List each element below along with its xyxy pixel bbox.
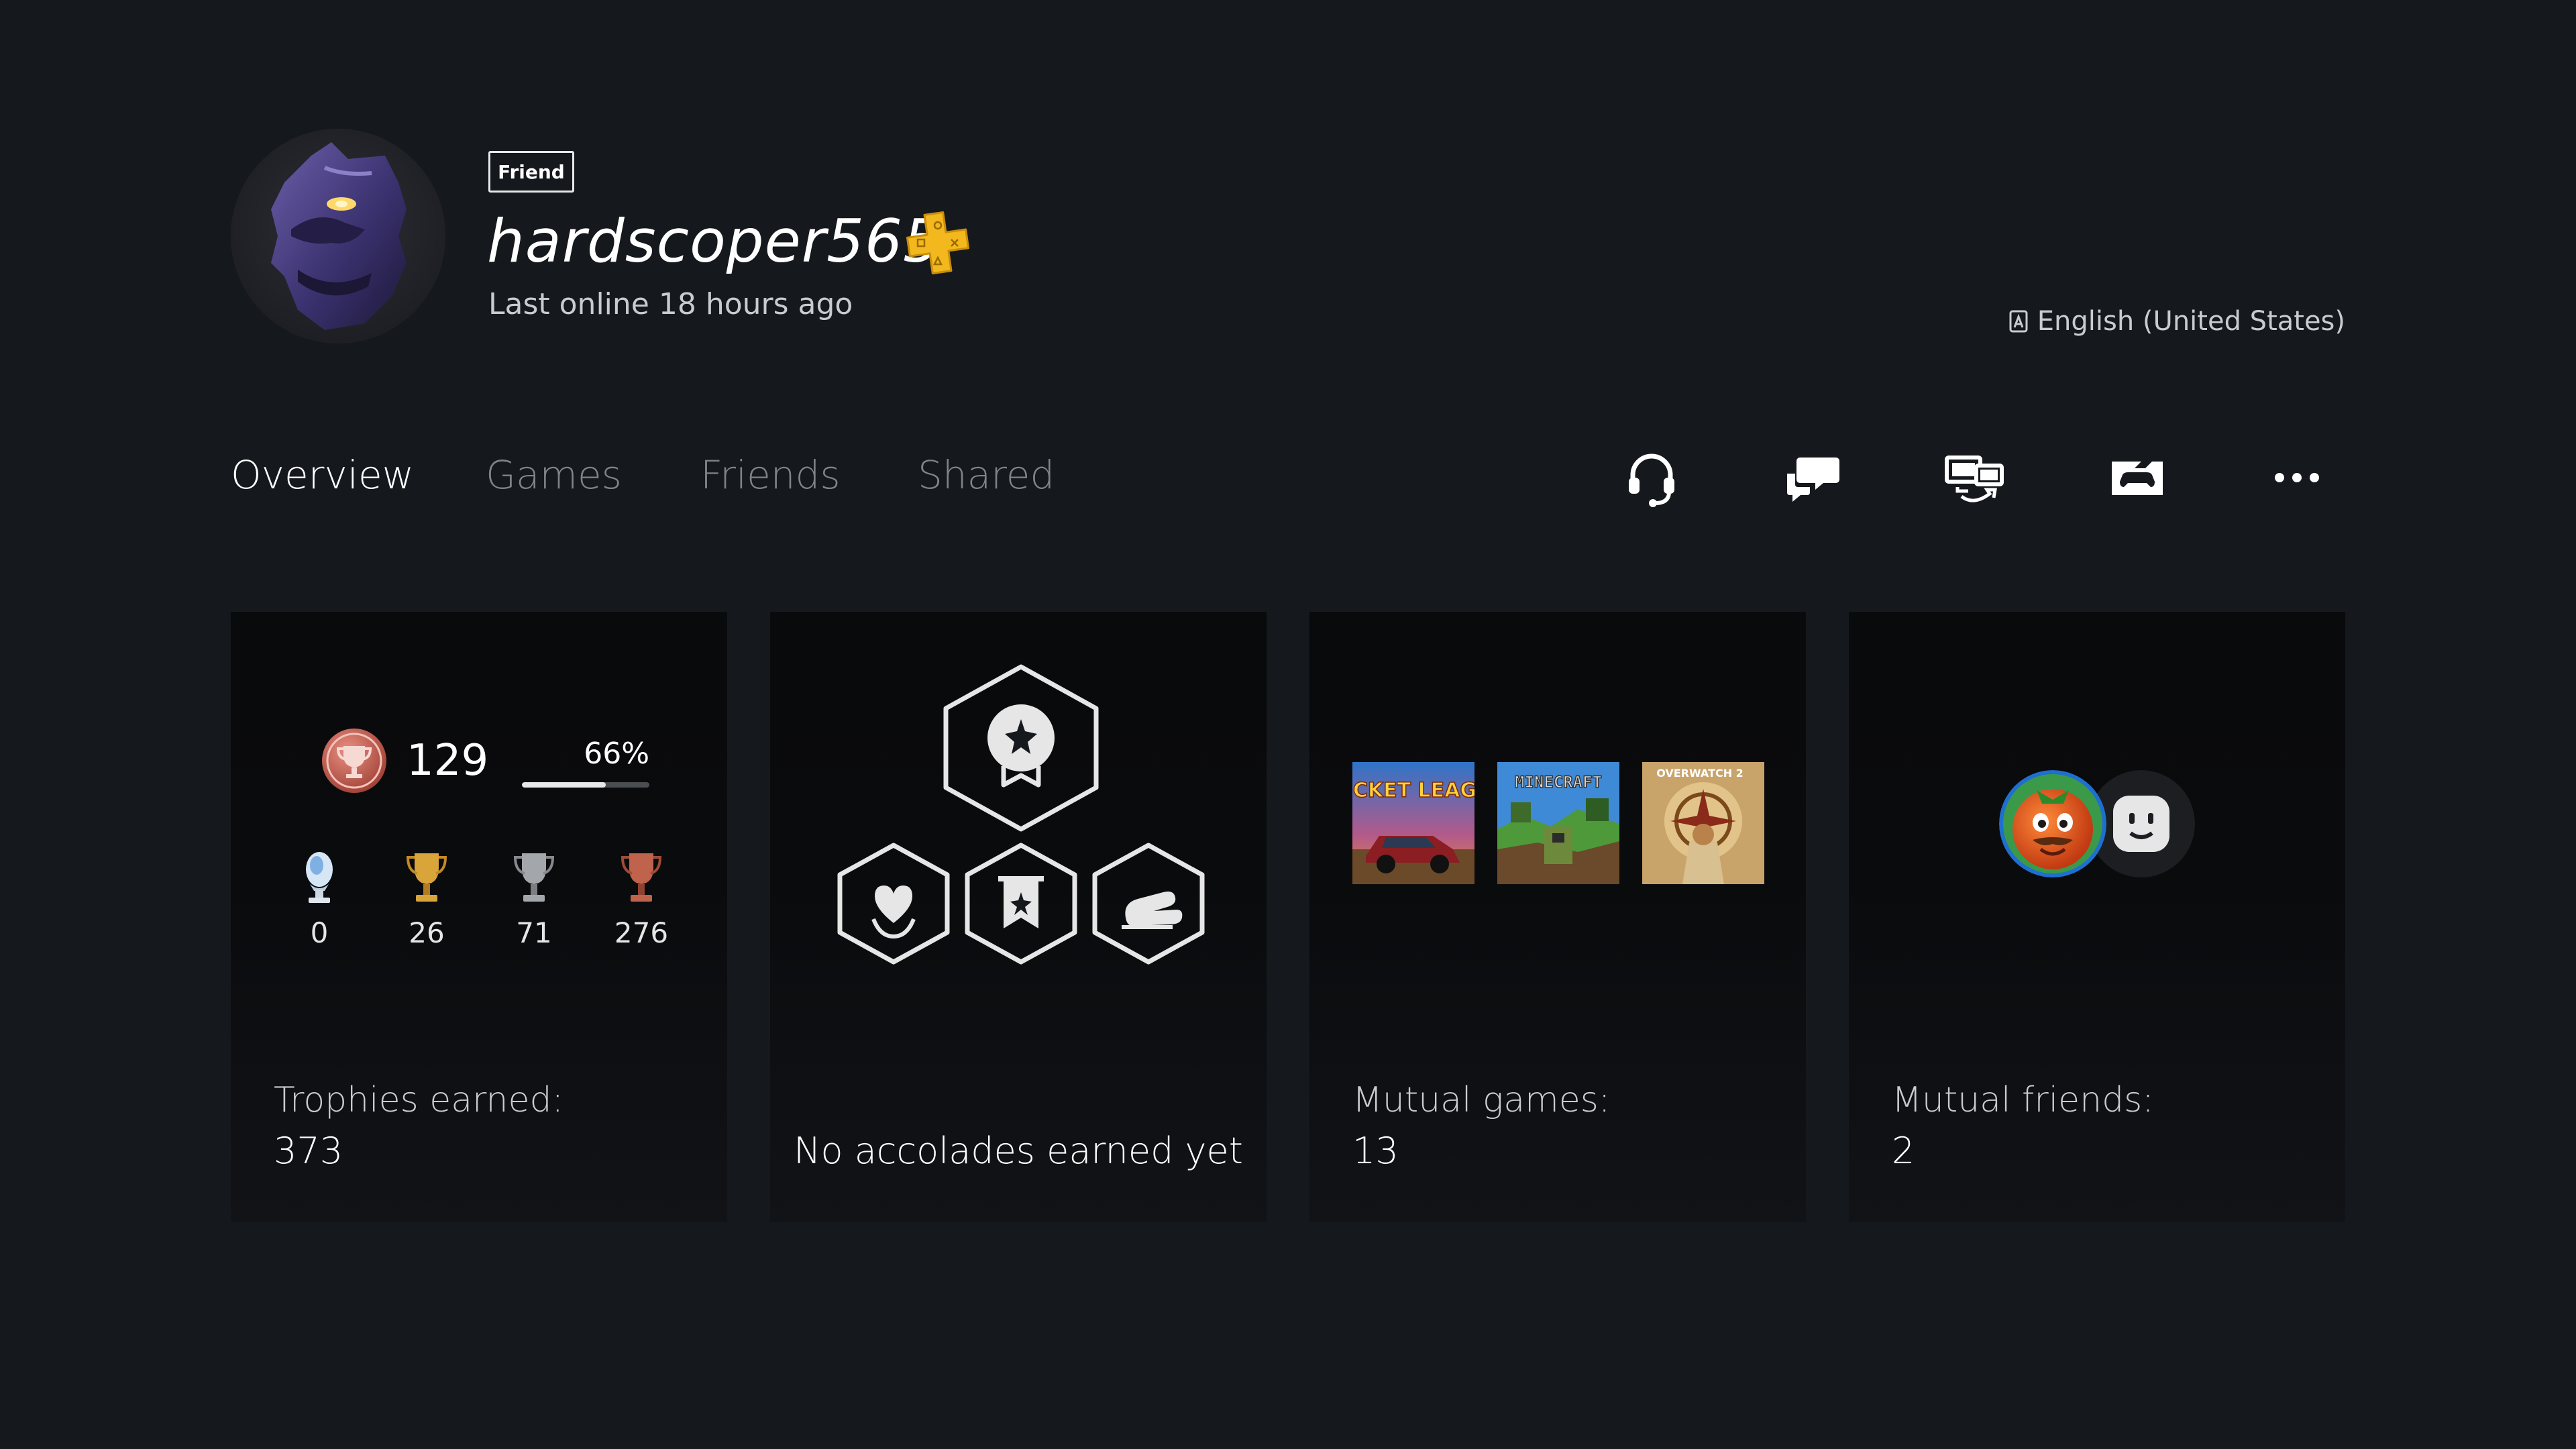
game-title-text: ROCKET LEAGUE bbox=[1352, 779, 1474, 802]
trophy-level-icon bbox=[322, 729, 386, 793]
trophies-card[interactable]: 129 66% 0 26 71 276 Trophies earned: 373 bbox=[231, 612, 727, 1222]
trophy-progress-fill bbox=[522, 782, 606, 788]
accolade-leader-icon bbox=[965, 843, 1077, 965]
profile-avatar bbox=[231, 129, 445, 343]
tab-games[interactable]: Games bbox=[486, 448, 622, 502]
share-screen-button[interactable] bbox=[1940, 444, 2007, 511]
trophy-progress-bar bbox=[522, 782, 649, 788]
platinum-count: 0 bbox=[310, 916, 329, 949]
bronze-count: 276 bbox=[614, 916, 669, 949]
party-voice-icon bbox=[1629, 453, 1674, 507]
silver-trophy-icon bbox=[513, 853, 555, 902]
mutual-games-label: Mutual games: bbox=[1352, 1080, 1611, 1120]
tab-overview[interactable]: Overview bbox=[231, 448, 414, 502]
game-title-text: MINECRAFT bbox=[1515, 773, 1602, 792]
silver-trophy-count: 71 bbox=[494, 847, 574, 949]
accolade-top-badge-icon bbox=[943, 664, 1099, 832]
trophy-level: 129 bbox=[407, 736, 489, 786]
share-screen-icon bbox=[1945, 455, 2004, 502]
trophies-earned-label: Trophies earned: bbox=[274, 1080, 564, 1120]
mutual-friends-count: 2 bbox=[1892, 1130, 1915, 1172]
game-thumbnail-minecraft[interactable]: MINECRAFT bbox=[1497, 762, 1619, 884]
accolade-good-sport-icon bbox=[1092, 843, 1205, 965]
trophy-progress-label: 66% bbox=[584, 737, 649, 771]
accolades-illustration bbox=[837, 664, 1205, 965]
trophies-earned-total: 373 bbox=[274, 1130, 343, 1172]
language-setting: English (United States) bbox=[2009, 306, 2345, 337]
language-label: English (United States) bbox=[2037, 306, 2345, 337]
language-icon bbox=[2009, 310, 2028, 333]
accolades-status: No accolades earned yet bbox=[794, 1130, 1243, 1172]
mutual-friends-label: Mutual friends: bbox=[1892, 1080, 2154, 1120]
gold-trophy-count: 26 bbox=[386, 847, 467, 949]
more-options-button[interactable] bbox=[2263, 444, 2330, 511]
message-button[interactable] bbox=[1779, 444, 1846, 511]
game-title-text: OVERWATCH 2 bbox=[1656, 767, 1743, 780]
mutual-friends-card[interactable]: Mutual friends: 2 bbox=[1849, 612, 2345, 1222]
game-thumbnail-rocket-league[interactable]: ROCKET LEAGUE bbox=[1352, 762, 1474, 884]
game-join-button[interactable] bbox=[2104, 444, 2171, 511]
game-join-icon bbox=[2112, 462, 2163, 495]
tab-shared[interactable]: Shared bbox=[918, 448, 1055, 502]
platinum-trophy-icon bbox=[306, 852, 333, 903]
game-thumbnail-overwatch-2[interactable]: OVERWATCH 2 bbox=[1642, 762, 1764, 884]
ps-plus-icon bbox=[903, 208, 973, 278]
last-online-status: Last online 18 hours ago bbox=[488, 287, 853, 321]
friend-badge: Friend bbox=[488, 151, 574, 193]
platinum-trophy-count: 0 bbox=[279, 847, 360, 949]
accolades-card[interactable]: No accolades earned yet bbox=[770, 612, 1267, 1222]
mutual-games-card[interactable]: ROCKET LEAGUE MINECRAFT OVERWATCH 2 Mutu… bbox=[1309, 612, 1806, 1222]
bronze-trophy-count: 276 bbox=[601, 847, 682, 949]
bronze-trophy-icon bbox=[621, 853, 662, 902]
mutual-games-count: 13 bbox=[1352, 1130, 1399, 1172]
more-options-icon bbox=[2275, 473, 2319, 482]
gold-count: 26 bbox=[409, 916, 445, 949]
silver-count: 71 bbox=[516, 916, 552, 949]
tab-friends[interactable]: Friends bbox=[700, 448, 841, 502]
party-voice-button[interactable] bbox=[1618, 444, 1685, 511]
accolade-helpful-icon bbox=[837, 843, 950, 965]
message-icon bbox=[1787, 458, 1839, 502]
gold-trophy-icon bbox=[406, 853, 447, 902]
username: hardscoper565 bbox=[487, 207, 941, 276]
mutual-friend-avatar bbox=[1999, 770, 2106, 877]
